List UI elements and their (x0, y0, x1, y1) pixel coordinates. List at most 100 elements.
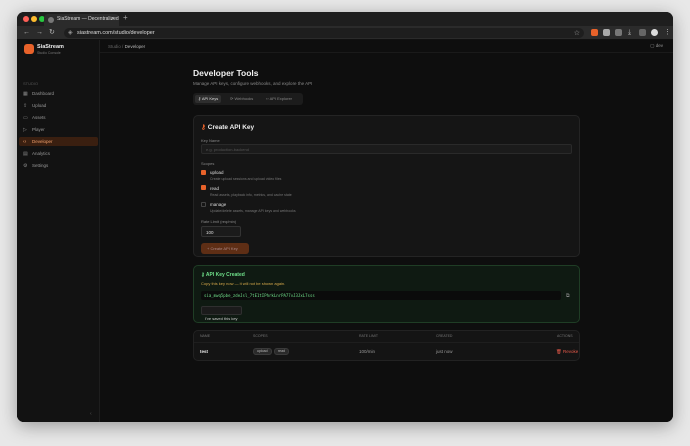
upload-icon: ⇪ (23, 103, 28, 109)
sidebar-item-player[interactable]: ▷ Player (19, 125, 98, 134)
app-root: SiaStream Studio Console STUDIO ▦ Dashbo… (17, 40, 673, 422)
rate-limit-value: 100 (206, 230, 214, 235)
revoke-button[interactable]: 🗑︎ Revoke (556, 349, 578, 355)
sidepanel-icon[interactable] (639, 29, 646, 36)
scope-badge: upload (253, 348, 272, 355)
tab-title: SiaStream — Decentralized (57, 16, 119, 22)
scope-description: Update/delete assets, manage API keys an… (210, 209, 296, 213)
copy-warning: Copy this key now — it will not be shown… (201, 281, 286, 286)
scope-name: manage (210, 202, 227, 207)
scope-badge: read (274, 348, 290, 355)
browser-window: SiaStream — Decentralized ✕ + ← → ↻ ◈ si… (17, 12, 673, 422)
extensions-puzzle-icon[interactable] (615, 29, 622, 36)
card-title-text: Create API Key (207, 124, 255, 131)
code-icon: ‹› (23, 139, 27, 145)
tab-api-explorer[interactable]: ‹› API Explorer (263, 95, 295, 103)
scope-read-checkbox[interactable] (201, 185, 206, 190)
browser-tab-bar: SiaStream — Decentralized ✕ + (17, 12, 673, 26)
new-tab-button[interactable]: + (123, 13, 128, 22)
breadcrumb-separator: / (122, 44, 124, 49)
column-header: NAME (200, 334, 211, 338)
back-button[interactable]: ← (23, 29, 30, 37)
key-name-placeholder: e.g. production-backend (206, 147, 249, 152)
saved-key-label: I've saved this key (205, 316, 238, 321)
create-button-label: + Create API Key (207, 246, 238, 251)
address-toolbar: ← → ↻ ◈ siastream.com/studio/developer ☆… (17, 26, 673, 40)
environment-label: dev (655, 43, 663, 48)
created-title: ⚷ API Key Created (201, 272, 245, 278)
create-api-key-card: ⚷ Create API Key Key Name e.g. production… (193, 115, 580, 257)
sidebar-item-label: Upload (32, 103, 47, 108)
tab-strip: ⚷ API Keys ⟳ Webhooks ‹› API Explorer (193, 93, 303, 105)
minimize-window-button[interactable] (31, 16, 37, 22)
download-icon[interactable]: ⤓ (628, 29, 631, 37)
grid-icon: ▦ (23, 91, 28, 97)
sidebar-item-analytics[interactable]: ▤ Analytics (19, 149, 98, 158)
close-window-button[interactable] (23, 16, 29, 22)
scope-description: Create upload sessions and upload video … (210, 177, 282, 181)
breadcrumb-current: Developer (124, 44, 146, 49)
scope-name: read (210, 186, 220, 191)
gear-icon: ⚙ (23, 163, 28, 169)
topbar: Studio / Developer ▢ dev (100, 40, 673, 53)
browser-menu-icon[interactable]: ⋮ (664, 29, 671, 37)
key-name-input[interactable]: e.g. production-backend (201, 144, 572, 154)
rate-limit-label: Rate Limit (req/min) (201, 219, 237, 224)
create-api-key-button[interactable]: + Create API Key (201, 243, 249, 254)
breadcrumb-root[interactable]: Studio (108, 44, 121, 49)
page-title: Developer Tools (193, 68, 259, 78)
scope-manage-checkbox[interactable] (201, 202, 206, 207)
brand-subtitle: Studio Console (37, 51, 61, 55)
site-info-icon[interactable]: ◈ (68, 29, 73, 36)
browser-tab[interactable]: SiaStream — Decentralized ✕ (44, 14, 119, 26)
api-keys-table: NAME SCOPES RATE LIMIT CREATED ACTIONS t… (193, 330, 580, 361)
folder-icon: ▭ (23, 115, 28, 121)
api-key-display[interactable]: sia_mwq5pbe_zdeJsl_7tE1tIPhrkLnrPA77vJ3J… (201, 291, 561, 300)
created-title-text: API Key Created (205, 272, 245, 278)
address-bar[interactable]: ◈ siastream.com/studio/developer ☆ (64, 28, 584, 38)
sidebar: SiaStream Studio Console STUDIO ▦ Dashbo… (17, 40, 100, 422)
wallet-icon: ▢ (650, 43, 655, 48)
sidebar-item-settings[interactable]: ⚙ Settings (19, 161, 98, 170)
scopes-label: Scopes (201, 161, 215, 166)
scope-upload-checkbox[interactable] (201, 170, 206, 175)
tab-api-keys[interactable]: ⚷ API Keys (195, 95, 222, 103)
sidebar-item-label: Assets (32, 115, 46, 120)
extension-icon[interactable] (603, 29, 610, 36)
tab-label: Webhooks (234, 96, 254, 101)
tab-label: API Keys (201, 96, 219, 101)
sidebar-item-dashboard[interactable]: ▦ Dashboard (19, 89, 98, 98)
tab-webhooks[interactable]: ⟳ Webhooks (227, 95, 256, 103)
breadcrumb: Studio / Developer (108, 44, 145, 49)
sidebar-item-assets[interactable]: ▭ Assets (19, 113, 98, 122)
sidebar-item-label: Settings (32, 163, 49, 168)
scope-name: upload (210, 170, 224, 175)
api-key-created-card: ⚷ API Key Created Copy this key now — it… (193, 265, 580, 323)
sidebar-item-label: Dashboard (32, 91, 55, 96)
favicon-icon (48, 17, 54, 23)
reload-button[interactable]: ↻ (49, 29, 55, 37)
copy-icon[interactable]: ⧉ (566, 293, 570, 299)
key-icon: ⚷ (201, 124, 206, 131)
sidebar-item-label: Player (32, 127, 45, 132)
extension-icon[interactable] (591, 29, 598, 36)
bookmark-star-icon[interactable]: ☆ (574, 29, 580, 37)
page-subtitle: Manage API keys, configure webhooks, and… (193, 81, 313, 86)
key-name-cell: test (200, 349, 209, 354)
column-header: CREATED (436, 334, 453, 338)
collapse-sidebar-icon[interactable]: ‹ (90, 411, 92, 417)
brand-name: SiaStream (37, 44, 64, 50)
rate-limit-cell: 100/min (359, 349, 376, 354)
forward-button[interactable]: → (36, 29, 43, 37)
profile-avatar-icon[interactable] (651, 29, 658, 36)
environment-selector[interactable]: ▢ dev (650, 43, 663, 49)
sidebar-item-developer[interactable]: ‹› Developer (19, 137, 98, 146)
tab-label: API Explorer (269, 96, 293, 101)
saved-key-button[interactable]: I've saved this key (201, 306, 242, 321)
trash-icon: 🗑︎ (556, 349, 563, 354)
sidebar-item-upload[interactable]: ⇪ Upload (19, 101, 98, 110)
revoke-label: Revoke (562, 349, 579, 354)
column-header: RATE LIMIT (359, 334, 378, 338)
rate-limit-input[interactable]: 100 (201, 226, 241, 237)
close-tab-icon[interactable]: ✕ (111, 16, 115, 22)
